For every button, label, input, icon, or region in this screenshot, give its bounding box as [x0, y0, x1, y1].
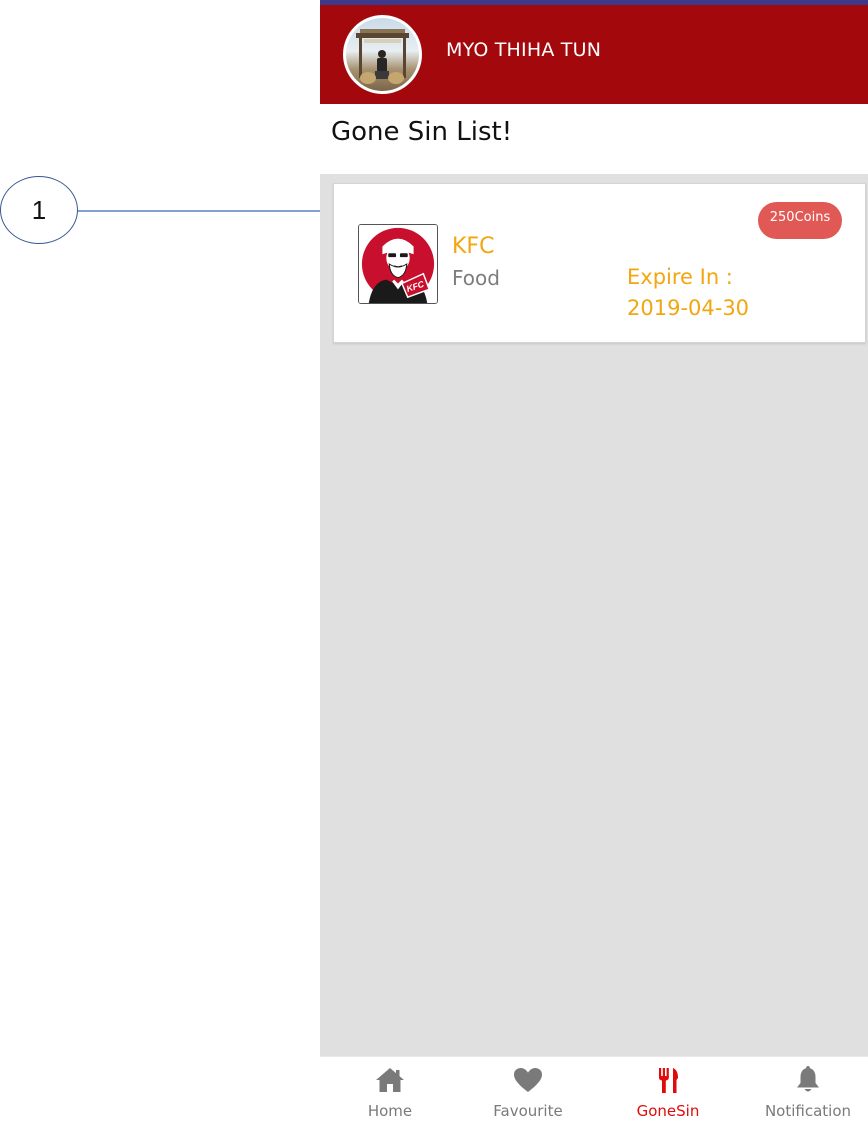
fork-knife-icon — [659, 1068, 678, 1093]
coins-badge: 250Coins — [758, 202, 842, 239]
kfc-logo-graphic: KFC — [359, 225, 437, 303]
nav-notification[interactable]: Notification — [758, 1057, 858, 1125]
nav-home-label: Home — [367, 1102, 413, 1120]
canvas: 1 MYO THIHA TUN Gone Sin List! KFC KFC F… — [0, 0, 868, 1125]
annotation-marker-label: 1 — [31, 194, 47, 225]
offer-expire-date: 2019-04-30 — [627, 296, 750, 320]
home-icon — [376, 1068, 404, 1092]
phone-screen: MYO THIHA TUN Gone Sin List! KFC KFC Foo… — [320, 0, 868, 1125]
heart-icon — [514, 1068, 542, 1092]
offer-expire-label: Expire In : — [627, 265, 733, 289]
nav-notification-label: Notification — [764, 1102, 852, 1120]
nav-gonesin[interactable]: GoneSin — [618, 1057, 718, 1125]
app-header: MYO THIHA TUN — [320, 5, 868, 104]
nav-gonesin-label: GoneSin — [636, 1102, 700, 1120]
nav-favourite[interactable]: Favourite — [478, 1057, 578, 1125]
offer-list: KFC KFC Food Expire In : 2019-04-30 250C… — [320, 174, 868, 1056]
page-title: Gone Sin List! — [331, 117, 513, 147]
nav-favourite-label: Favourite — [493, 1102, 563, 1120]
kfc-logo-icon: KFC — [358, 224, 438, 304]
offer-card[interactable]: KFC KFC Food Expire In : 2019-04-30 250C… — [333, 183, 866, 343]
bottom-nav: Home Favourite GoneSin Notification — [320, 1056, 868, 1125]
bell-icon — [797, 1066, 819, 1092]
user-avatar[interactable] — [343, 15, 422, 94]
annotation-marker: 1 — [0, 176, 78, 244]
nav-home[interactable]: Home — [340, 1057, 440, 1125]
offer-category: Food — [452, 266, 500, 290]
coins-badge-label: 250Coins — [769, 210, 831, 225]
avatar-photo-graphic — [356, 29, 409, 84]
offer-brand: KFC — [452, 234, 495, 259]
username: MYO THIHA TUN — [446, 39, 602, 61]
avatar-photo-icon — [346, 18, 419, 91]
